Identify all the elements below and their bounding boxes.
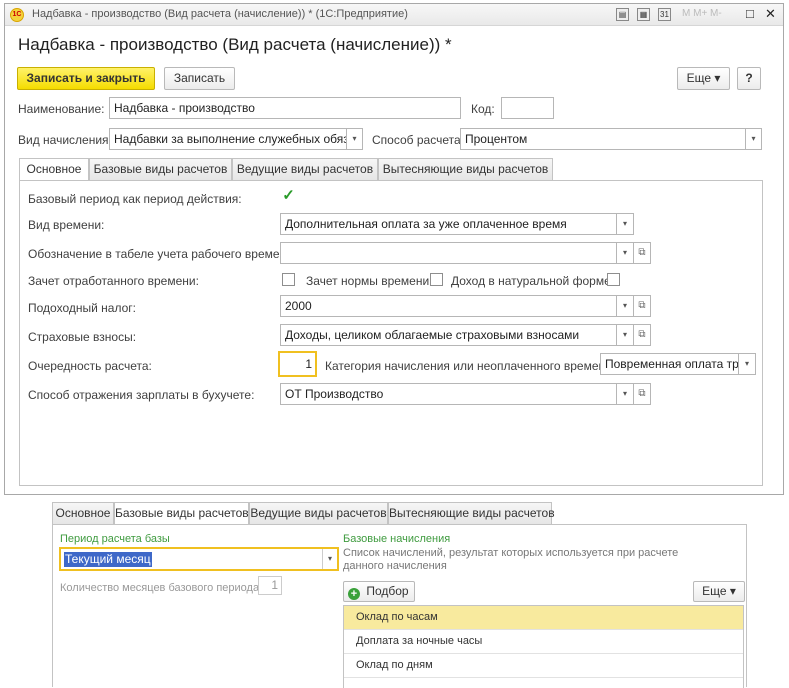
- months-field[interactable]: 1: [258, 576, 282, 595]
- memory-buttons: M M+ M-: [682, 8, 722, 19]
- name-label: Наименование:: [18, 102, 105, 116]
- vid-time-field[interactable]: Дополнительная оплата за уже оплаченное …: [280, 213, 617, 235]
- category-field[interactable]: Повременная оплата труд: [600, 353, 739, 375]
- ndfl-open-icon[interactable]: ⧉: [634, 295, 651, 317]
- lower-tab-vytesnyayushchie[interactable]: Вытесняющие виды расчетов: [388, 502, 555, 525]
- zachet-label: Зачет отработанного времени:: [28, 274, 199, 288]
- vid-field[interactable]: Надбавки за выполнение служебных обязан: [109, 128, 347, 150]
- tab-bazovye[interactable]: Базовые виды расчетов: [89, 158, 232, 181]
- tab-vedushchie[interactable]: Ведущие виды расчетов: [232, 158, 378, 181]
- months-label: Количество месяцев базового периода:: [60, 582, 263, 594]
- period-field[interactable]: Текущий месяц: [64, 552, 152, 567]
- ndfl-dropdown-icon[interactable]: ▾: [617, 295, 634, 317]
- base-period-label: Базовый период как период действия:: [28, 192, 242, 206]
- vid-label: Вид начисления:: [18, 133, 112, 147]
- category-dropdown-icon[interactable]: ▾: [739, 353, 756, 375]
- code-field[interactable]: [501, 97, 554, 119]
- vid-time-dropdown-icon[interactable]: ▾: [617, 213, 634, 235]
- ndfl-label: Подоходный налог:: [28, 301, 136, 315]
- save-button[interactable]: Записать: [164, 67, 235, 90]
- period-field-frame[interactable]: Текущий месяц ▾: [59, 547, 339, 571]
- zachet-norm-checkbox[interactable]: [430, 273, 443, 286]
- strah-open-icon[interactable]: ⧉: [634, 324, 651, 346]
- form-window: 1С Надбавка - производство (Вид расчета …: [4, 3, 784, 495]
- period-label: Период расчета базы: [60, 533, 170, 545]
- order-label: Очередность расчета:: [28, 359, 152, 373]
- more-button[interactable]: Еще ▾: [677, 67, 730, 90]
- oboznach-open-icon[interactable]: ⧉: [634, 242, 651, 264]
- order-field[interactable]: 1: [278, 351, 317, 377]
- lower-tab-osnovnoe[interactable]: Основное: [52, 502, 114, 525]
- dohod-nat-checkbox[interactable]: [607, 273, 620, 286]
- strah-label: Страховые взносы:: [28, 330, 137, 344]
- restore-button[interactable]: □: [746, 7, 754, 21]
- lower-tab-vedushchie[interactable]: Ведущие виды расчетов: [249, 502, 388, 525]
- list-item[interactable]: Доплата за ночные часы: [344, 630, 743, 654]
- tab-vytesnyayushchie[interactable]: Вытесняющие виды расчетов: [378, 158, 553, 181]
- name-field[interactable]: Надбавка - производство: [109, 97, 461, 119]
- base-hint-1: Список начислений, результат которых исп…: [343, 547, 679, 559]
- list-item[interactable]: Оклад по дням: [344, 654, 743, 678]
- list-item[interactable]: Оклад по часам: [344, 606, 743, 630]
- otrazh-field[interactable]: ОТ Производство: [280, 383, 617, 405]
- calendar-icon[interactable]: 31: [658, 8, 671, 21]
- save-close-button[interactable]: Записать и закрыть: [17, 67, 155, 90]
- code-label: Код:: [471, 102, 495, 116]
- zachet-norm-label: Зачет нормы времени:: [306, 274, 433, 288]
- lower-more-button[interactable]: Еще ▾: [693, 581, 745, 602]
- vid-time-label: Вид времени:: [28, 218, 105, 232]
- podbor-button[interactable]: + Подбор: [343, 581, 415, 602]
- calculator-icon[interactable]: ▦: [637, 8, 650, 21]
- lower-panel: Основное Базовые виды расчетов Ведущие в…: [52, 502, 788, 688]
- sposob-label: Способ расчета:: [372, 133, 464, 147]
- sposob-dropdown-icon[interactable]: ▾: [746, 128, 762, 150]
- strah-dropdown-icon[interactable]: ▾: [617, 324, 634, 346]
- podbor-label: Подбор: [366, 584, 409, 598]
- base-hint-2: данного начисления: [343, 560, 447, 572]
- otrazh-label: Способ отражения зарплаты в бухучете:: [28, 388, 255, 402]
- otrazh-dropdown-icon[interactable]: ▾: [617, 383, 634, 405]
- close-button[interactable]: ✕: [765, 7, 776, 21]
- window-title: Надбавка - производство (Вид расчета (на…: [32, 8, 408, 20]
- strah-field[interactable]: Доходы, целиком облагаемые страховыми вз…: [280, 324, 617, 346]
- oboznach-field[interactable]: [280, 242, 617, 264]
- lower-tab-panel: Период расчета базы Текущий месяц ▾ Коли…: [52, 524, 747, 688]
- oboznach-dropdown-icon[interactable]: ▾: [617, 242, 634, 264]
- ndfl-field[interactable]: 2000: [280, 295, 617, 317]
- otrazh-open-icon[interactable]: ⧉: [634, 383, 651, 405]
- oboznach-label: Обозначение в табеле учета рабочего врем…: [28, 247, 297, 261]
- print-icon[interactable]: ▤: [616, 8, 629, 21]
- dohod-nat-label: Доход в натуральной форме:: [451, 274, 615, 288]
- main-tab-panel: Базовый период как период действия: ✓ Ви…: [19, 180, 763, 486]
- tab-osnovnoe[interactable]: Основное: [19, 158, 89, 181]
- category-label: Категория начисления или неоплаченного в…: [325, 359, 616, 373]
- base-period-checkbox[interactable]: ✓: [282, 188, 295, 204]
- lower-tab-bazovye[interactable]: Базовые виды расчетов: [114, 502, 249, 525]
- zachet-checkbox[interactable]: [282, 273, 295, 286]
- sposob-field[interactable]: Процентом: [460, 128, 746, 150]
- base-label: Базовые начисления: [343, 533, 451, 545]
- form-title: Надбавка - производство (Вид расчета (на…: [18, 35, 452, 54]
- app-logo-icon: 1С: [10, 8, 24, 22]
- add-icon: +: [348, 588, 360, 600]
- period-dropdown-icon[interactable]: ▾: [322, 549, 337, 569]
- vid-dropdown-icon[interactable]: ▾: [347, 128, 363, 150]
- help-button[interactable]: ?: [737, 67, 761, 90]
- title-bar: 1С Надбавка - производство (Вид расчета …: [5, 4, 783, 26]
- base-list: Оклад по часам Доплата за ночные часы Ок…: [343, 605, 744, 688]
